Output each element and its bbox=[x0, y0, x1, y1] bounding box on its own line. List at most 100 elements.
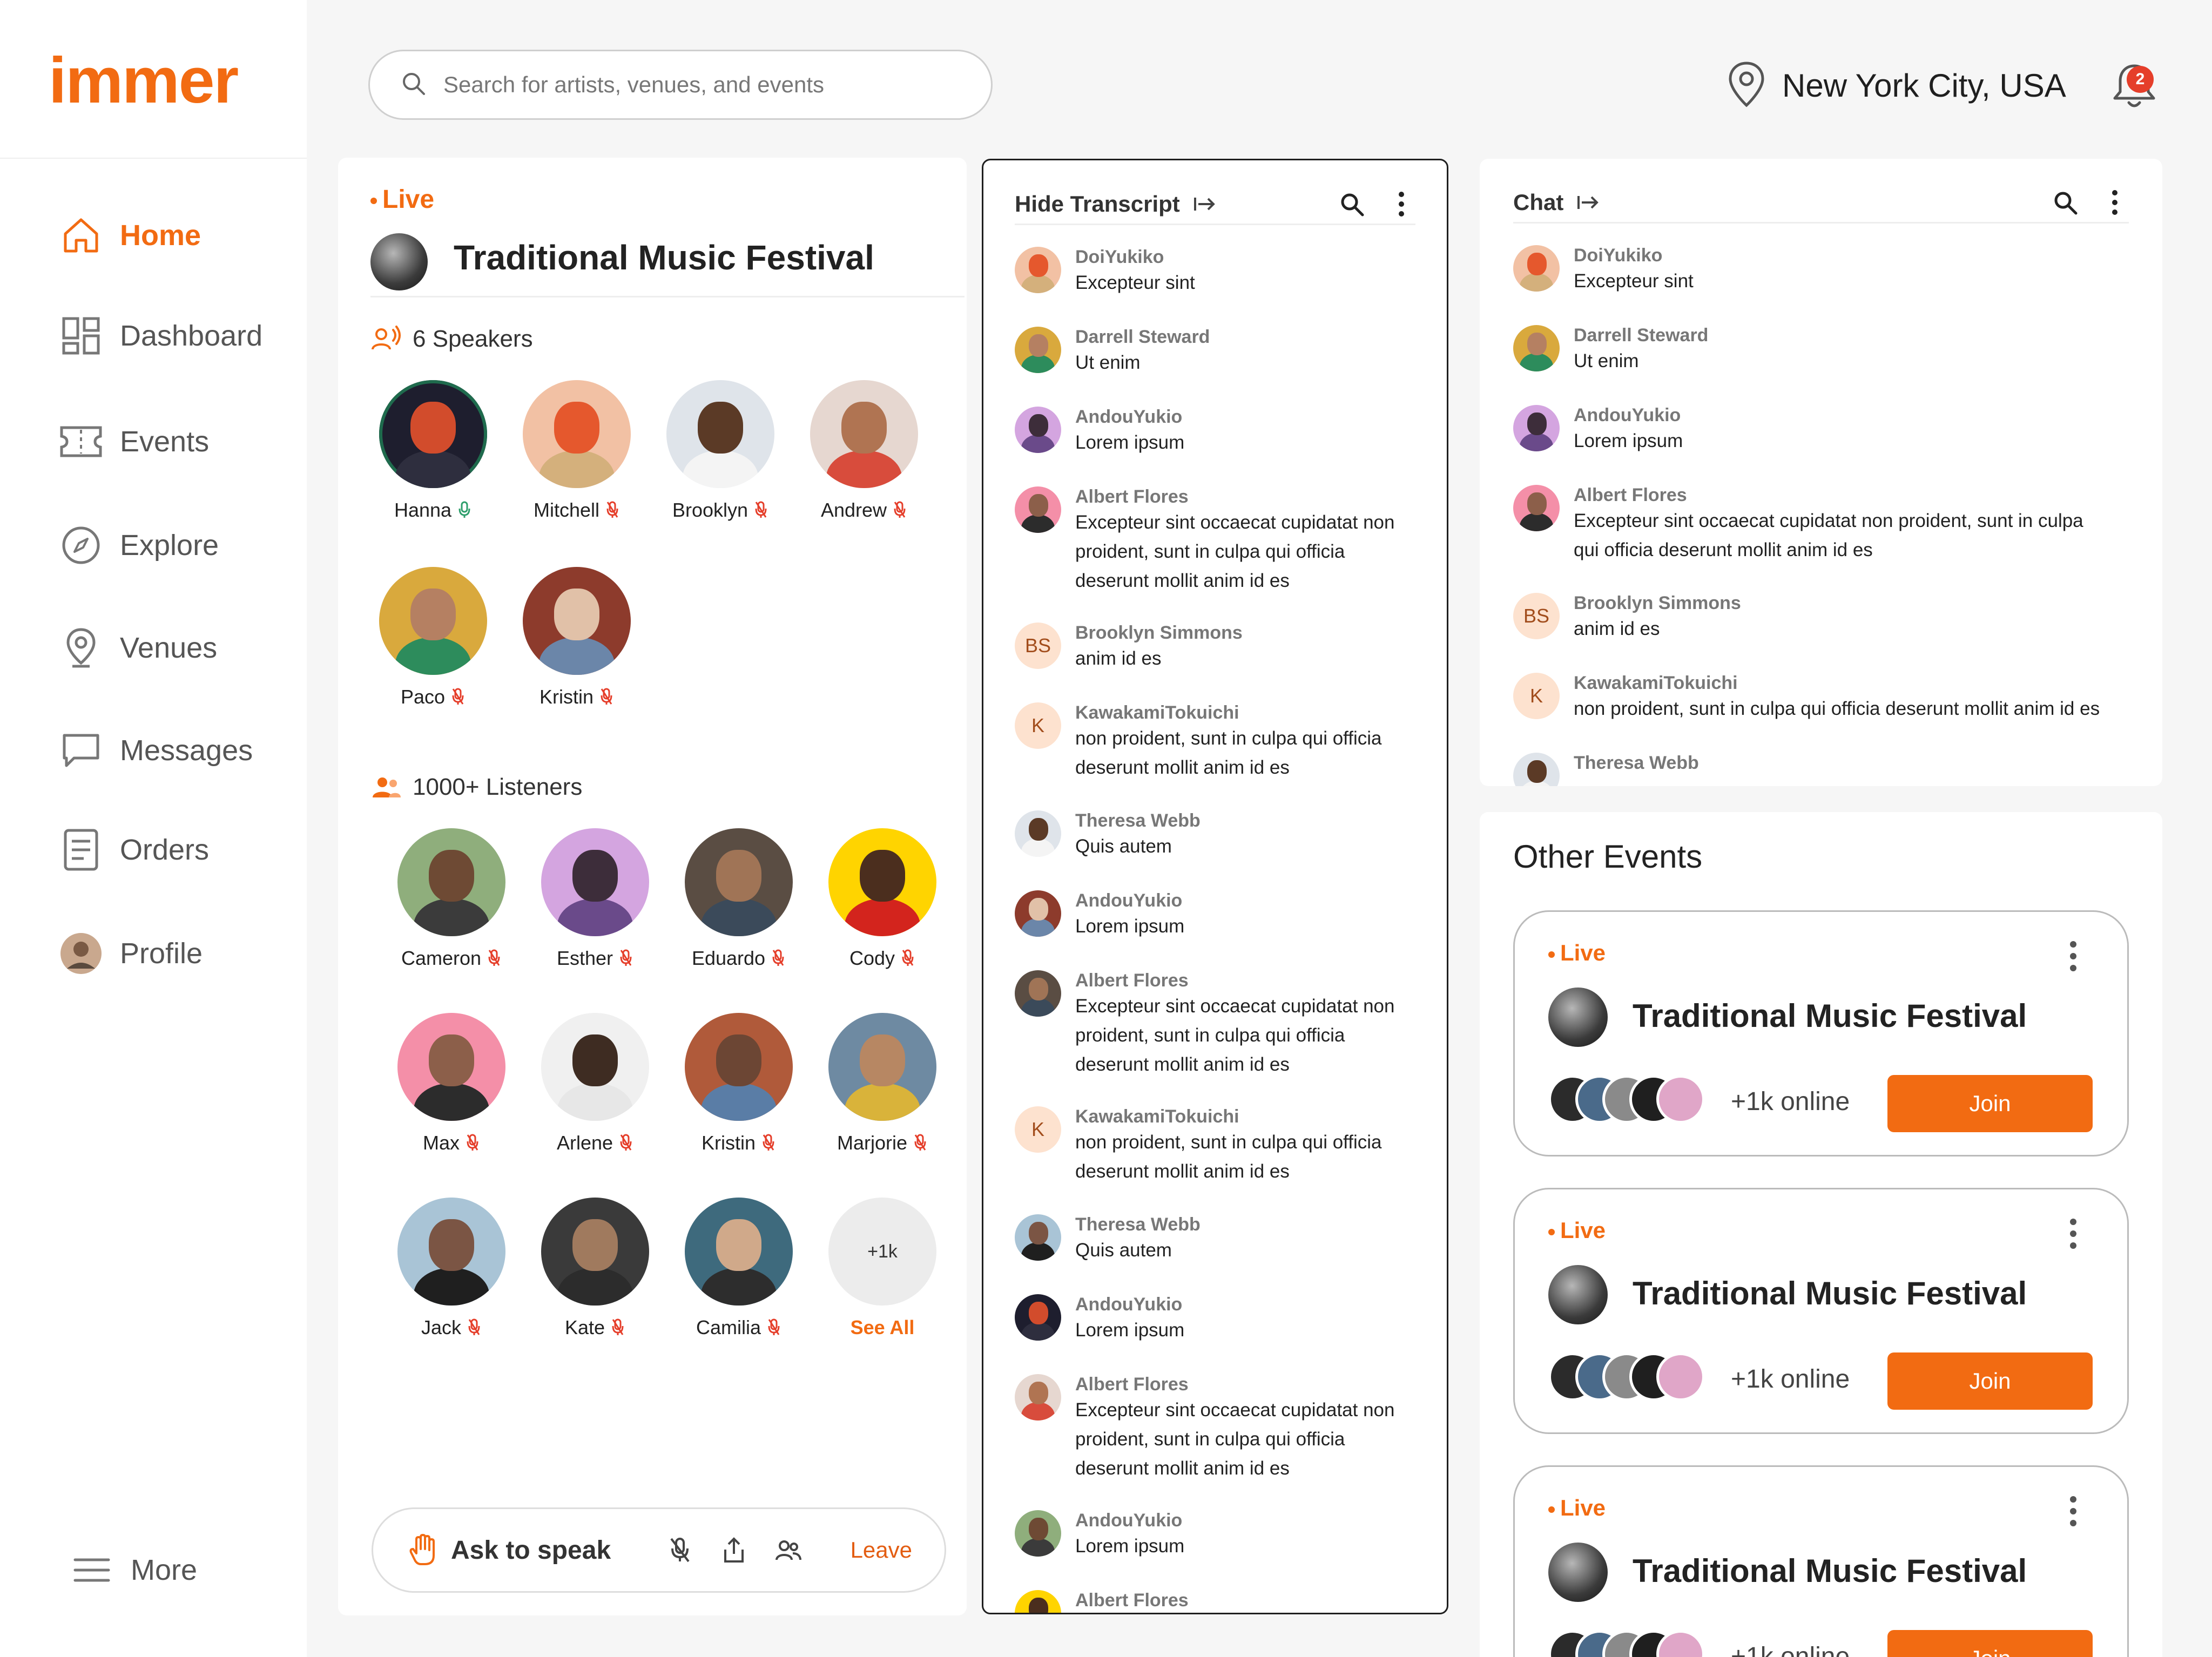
raise-hand-icon bbox=[406, 1534, 438, 1566]
speaker-item[interactable]: Mitchell bbox=[512, 380, 642, 522]
join-button[interactable]: Join bbox=[1887, 1075, 2093, 1132]
speaker-item[interactable]: Hanna bbox=[368, 380, 498, 522]
other-events-title: Other Events bbox=[1513, 838, 1703, 875]
nav-item-messages[interactable]: Messages bbox=[58, 723, 253, 777]
speaker-item[interactable]: Brooklyn bbox=[656, 380, 785, 522]
speaker-item[interactable]: Paco bbox=[368, 567, 498, 708]
avatar bbox=[1015, 1214, 1061, 1261]
participants-icon[interactable] bbox=[773, 1535, 803, 1565]
nav-label: Events bbox=[120, 425, 210, 458]
more-listeners-count: +1k bbox=[828, 1198, 936, 1306]
message-author: AndouYukio bbox=[1075, 1510, 1183, 1531]
avatar bbox=[541, 828, 649, 936]
listener-item[interactable]: Kristin bbox=[674, 1013, 804, 1154]
nav-item-orders[interactable]: Orders bbox=[58, 823, 209, 877]
listener-item[interactable]: Cameron bbox=[387, 828, 516, 970]
kebab-menu-icon[interactable] bbox=[2101, 188, 2129, 217]
message-text: Quis autem bbox=[1075, 836, 1172, 857]
listener-name: Arlene bbox=[530, 1132, 660, 1154]
leave-button[interactable]: Leave bbox=[851, 1537, 912, 1563]
share-icon[interactable] bbox=[719, 1535, 749, 1565]
ask-to-speak-label: Ask to speak bbox=[451, 1536, 611, 1565]
listener-item[interactable]: Camilia bbox=[674, 1198, 804, 1339]
join-button[interactable]: Join bbox=[1887, 1630, 2093, 1657]
message-text: deserunt mollit anim id es bbox=[1075, 1054, 1290, 1075]
kebab-menu-icon[interactable] bbox=[2068, 1218, 2079, 1250]
message-item: DoiYukiko Excepteur sint bbox=[1513, 245, 1694, 295]
nav-item-dashboard[interactable]: Dashboard bbox=[58, 309, 262, 363]
avatar bbox=[810, 380, 918, 488]
search-input[interactable]: Search for artists, venues, and events bbox=[443, 72, 824, 98]
message-item: Theresa Webb Quis autem bbox=[1015, 1214, 1201, 1264]
mic-off-icon[interactable] bbox=[665, 1535, 695, 1565]
speaker-item[interactable]: Andrew bbox=[799, 380, 929, 522]
divider bbox=[0, 158, 307, 159]
message-icon bbox=[58, 728, 104, 773]
event-card[interactable]: Live Traditional Music Festival +1k online… bbox=[1513, 1188, 2129, 1434]
nav-item-events[interactable]: Events bbox=[58, 415, 209, 469]
listener-item[interactable]: Arlene bbox=[530, 1013, 660, 1154]
message-text: deserunt mollit anim id es bbox=[1075, 570, 1290, 591]
collapse-arrow-icon[interactable] bbox=[1193, 192, 1217, 216]
listener-item[interactable]: Esther bbox=[530, 828, 660, 970]
avatar-initials: K bbox=[1031, 714, 1044, 736]
listener-item[interactable]: Kate bbox=[530, 1198, 660, 1339]
attendee-avatars bbox=[1548, 1075, 1721, 1124]
event-card[interactable]: Live Traditional Music Festival +1k online… bbox=[1513, 910, 2129, 1156]
nav-item-venues[interactable]: Venues bbox=[58, 621, 217, 675]
kebab-menu-icon[interactable] bbox=[2068, 940, 2079, 972]
listener-item[interactable]: Jack bbox=[387, 1198, 516, 1339]
see-all-button[interactable]: See All bbox=[818, 1316, 947, 1339]
app-logo[interactable]: immer bbox=[49, 43, 239, 118]
notification-badge: 2 bbox=[2127, 66, 2154, 93]
chat-search-icon[interactable] bbox=[2051, 188, 2079, 217]
speaker-name: Brooklyn bbox=[656, 499, 785, 522]
mic-off-icon bbox=[450, 687, 466, 707]
avatar-initials: K bbox=[1031, 1118, 1044, 1140]
listener-item[interactable]: Max bbox=[387, 1013, 516, 1154]
avatar: K bbox=[1015, 1106, 1061, 1153]
kebab-menu-icon[interactable] bbox=[1387, 190, 1415, 218]
message-text: proident, sunt in culpa qui officia bbox=[1075, 1429, 1345, 1450]
speaker-item[interactable]: Kristin bbox=[512, 567, 642, 708]
transcript-search-icon[interactable] bbox=[1338, 190, 1366, 218]
avatar bbox=[1015, 1294, 1061, 1341]
ask-to-speak-button[interactable]: Ask to speak bbox=[406, 1534, 611, 1566]
listener-item[interactable]: Marjorie bbox=[818, 1013, 947, 1154]
message-author: KawakamiTokuichi bbox=[1075, 702, 1239, 723]
avatar bbox=[1513, 485, 1560, 531]
message-author: Albert Flores bbox=[1075, 486, 1189, 507]
event-card[interactable]: Live Traditional Music Festival +1k online… bbox=[1513, 1465, 2129, 1657]
listener-item[interactable]: Eduardo bbox=[674, 828, 804, 970]
message-text: Lorem ipsum bbox=[1075, 916, 1185, 937]
avatar bbox=[523, 380, 631, 488]
message-text: Excepteur sint bbox=[1075, 272, 1195, 293]
listener-item[interactable]: Cody bbox=[818, 828, 947, 970]
avatar-icon bbox=[58, 931, 104, 976]
avatar: K bbox=[1513, 673, 1560, 719]
collapse-arrow-icon[interactable] bbox=[1576, 191, 1600, 214]
chat-title[interactable]: Chat bbox=[1513, 190, 1563, 215]
message-author: Theresa Webb bbox=[1574, 753, 1699, 773]
message-author: Theresa Webb bbox=[1075, 1214, 1201, 1235]
location-selector[interactable]: New York City, USA bbox=[1726, 59, 2066, 111]
kebab-menu-icon[interactable] bbox=[2068, 1495, 2079, 1527]
avatar bbox=[1015, 970, 1061, 1017]
nav-item-profile[interactable]: Profile bbox=[58, 926, 203, 980]
message-text: Excepteur sint occaecat cupidatat non bbox=[1075, 512, 1395, 533]
message-text: Lorem ipsum bbox=[1075, 432, 1185, 453]
ticket-icon bbox=[58, 419, 104, 464]
more-menu-button[interactable]: More bbox=[69, 1543, 197, 1597]
avatar bbox=[523, 567, 631, 675]
location-text: New York City, USA bbox=[1782, 67, 2066, 104]
avatar bbox=[541, 1198, 649, 1306]
message-item: Theresa Webb bbox=[1513, 753, 1699, 786]
hide-transcript-button[interactable]: Hide Transcript bbox=[1015, 191, 1180, 217]
avatar bbox=[1015, 407, 1061, 453]
message-item: BS Brooklyn Simmons anim id es bbox=[1513, 593, 1741, 643]
see-all-listeners[interactable]: +1k See All bbox=[818, 1198, 947, 1339]
join-button[interactable]: Join bbox=[1887, 1352, 2093, 1410]
nav-item-home[interactable]: Home bbox=[58, 208, 201, 262]
search-bar[interactable]: Search for artists, venues, and events bbox=[368, 50, 993, 120]
nav-item-explore[interactable]: Explore bbox=[58, 518, 219, 572]
